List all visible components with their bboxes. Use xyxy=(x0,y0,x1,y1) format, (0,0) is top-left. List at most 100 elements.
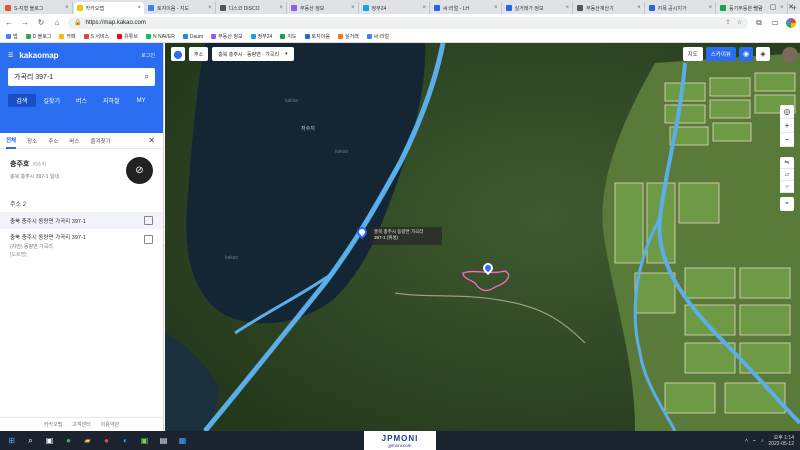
reload-icon[interactable]: ↻ xyxy=(36,18,46,28)
browser-tab[interactable]: 정부24 × xyxy=(359,2,431,14)
address-breadcrumb[interactable]: 충북 충주시 · 동량면 · 가곡리 ▾ xyxy=(212,47,294,61)
place-card[interactable]: 충주호 저수지 충북 충주시 397-1 일대 ⊘ xyxy=(0,149,163,195)
bookmark-item[interactable]: 카페 xyxy=(59,33,76,40)
list-item[interactable]: 충북 충주시 동량면 가곡리 397-1 xyxy=(0,212,163,229)
tab-close-icon[interactable]: × xyxy=(423,5,427,11)
zoom-in-icon[interactable]: + xyxy=(780,119,794,133)
tab-close-icon[interactable]: × xyxy=(637,5,641,11)
distance-icon[interactable]: ⇋ xyxy=(780,157,794,169)
login-link[interactable]: 로그인 xyxy=(141,52,155,59)
browser-tab[interactable]: 부동산 정보 × xyxy=(288,2,359,14)
tab-close-icon[interactable]: × xyxy=(137,5,141,11)
maximize-icon[interactable]: ▢ xyxy=(764,0,782,14)
result-subtab[interactable]: 장소 xyxy=(27,137,37,145)
menu-icon[interactable]: ☰ xyxy=(8,52,13,59)
bookmark-item[interactable]: 부동산 정보 xyxy=(211,33,243,40)
category-tab[interactable]: 지하철 xyxy=(97,94,125,107)
result-subtab[interactable]: 주소 xyxy=(48,137,58,145)
bookmark-item[interactable]: 실거래 xyxy=(337,33,359,40)
footer-link[interactable]: 카카오맵 xyxy=(44,421,62,428)
clock[interactable]: 오후 1:14 2022-05-12 xyxy=(768,435,794,447)
parcel-marker[interactable] xyxy=(480,260,496,276)
browser-tab[interactable]: 부동산계산기 × xyxy=(574,2,645,14)
close-icon[interactable]: ✕ xyxy=(148,136,155,145)
location-marker[interactable] xyxy=(354,224,370,240)
url-input[interactable]: 🔒 https://map.kakao.com ⇪ ☆ xyxy=(68,16,748,29)
checkbox[interactable] xyxy=(144,235,153,244)
radius-icon[interactable]: ○ xyxy=(780,181,794,193)
tab-close-icon[interactable]: × xyxy=(494,5,498,11)
profile-avatar[interactable] xyxy=(786,17,796,28)
kakaotalk-icon[interactable]: ▣ xyxy=(139,435,150,446)
bookmark-item[interactable]: Daum xyxy=(182,34,203,40)
bookmark-item[interactable]: 지도 xyxy=(280,33,297,40)
parcel-infobox[interactable]: 충북 충주시 동량면 가곡리 397-1 (위성) xyxy=(370,227,442,245)
area-icon[interactable]: ▱ xyxy=(780,169,794,181)
list-item[interactable]: 충북 충주시 동량면 가곡리 397-1 (지번) 동량면 가곡리 [도로명] xyxy=(0,229,163,258)
bookmark-item[interactable]: 씨:리얼 xyxy=(366,33,389,40)
bookmark-item[interactable]: D 블로그 xyxy=(25,33,51,40)
star-icon[interactable]: ☆ xyxy=(737,19,742,26)
taskview-icon[interactable]: ▣ xyxy=(44,435,55,446)
bookmark-item[interactable]: 정부24 xyxy=(250,33,272,40)
browser-tab[interactable]: 디스코 DISCO × xyxy=(216,2,288,14)
app-icon[interactable]: ▦ xyxy=(177,435,188,446)
chrome-icon[interactable]: ● xyxy=(63,435,74,446)
category-tab[interactable]: 버스 xyxy=(68,94,96,107)
explorer-icon[interactable]: ▰ xyxy=(82,435,93,446)
bookmark-item[interactable]: 토지이음 xyxy=(304,33,330,40)
browser-tab[interactable]: 토지이음 - 지도 × xyxy=(144,2,216,14)
bookmark-item[interactable]: S 서비스 xyxy=(83,33,109,40)
browser-tab[interactable]: S‑지형 블로그 × xyxy=(2,2,73,14)
forward-icon[interactable]: → xyxy=(20,18,30,28)
close-window-icon[interactable]: ✕ xyxy=(782,0,800,14)
tab-close-icon[interactable]: × xyxy=(566,5,570,11)
checkbox[interactable] xyxy=(144,216,153,225)
bookmark-item[interactable]: 앱 xyxy=(6,33,18,40)
pin-icon[interactable]: ⬤ xyxy=(171,47,185,61)
map-type-map[interactable]: 지도 xyxy=(682,47,703,61)
bookmark-item[interactable]: 유튜브 xyxy=(117,33,138,40)
category-tab[interactable]: 검색 xyxy=(8,94,36,107)
network-icon[interactable]: ⌁ xyxy=(753,438,756,444)
tab-close-icon[interactable]: × xyxy=(351,5,355,11)
browser-tab[interactable]: 실거래가 정보 × xyxy=(502,2,574,14)
satellite-map[interactable]: 저수지 kakao kakao kakao 충북 충주시 동량면 가곡리 397… xyxy=(165,43,800,431)
bookmark-item[interactable]: N NAVER xyxy=(145,34,175,40)
kakaomap-logo[interactable]: kakaomap xyxy=(19,51,58,60)
app-icon[interactable]: ● xyxy=(101,435,112,446)
category-tab[interactable]: 길찾기 xyxy=(38,94,66,107)
layers-icon[interactable]: ◈ xyxy=(756,47,770,61)
tab-close-icon[interactable]: × xyxy=(280,5,284,11)
volume-icon[interactable]: ♪ xyxy=(761,438,764,444)
share-icon[interactable]: ⇪ xyxy=(726,19,731,26)
home-icon[interactable]: ⌂ xyxy=(52,18,62,28)
compass-icon[interactable]: ◎ xyxy=(780,105,794,119)
footer-link[interactable]: 고객센터 xyxy=(72,421,90,428)
footer-link[interactable]: 이용약관 xyxy=(101,421,119,428)
windows-start-icon[interactable]: ⊞ xyxy=(6,435,17,446)
result-subtab[interactable]: 즐겨찾기 xyxy=(91,137,111,145)
back-icon[interactable]: ← xyxy=(4,18,14,28)
tab-close-icon[interactable]: × xyxy=(65,5,69,11)
user-avatar[interactable] xyxy=(782,47,798,63)
zoom-out-icon[interactable]: − xyxy=(780,133,794,147)
search-icon[interactable]: ⌕ xyxy=(25,435,36,446)
browser-tab[interactable]: 카카오맵 × xyxy=(73,2,144,14)
tab-close-icon[interactable]: × xyxy=(208,5,212,11)
roadview-toggle-icon[interactable]: ◉ xyxy=(739,47,753,61)
map-type-skyview[interactable]: 스카이뷰 xyxy=(705,47,736,61)
result-subtab[interactable]: 버스 xyxy=(69,137,79,145)
search-icon[interactable]: ⌕ xyxy=(145,72,149,82)
result-subtab[interactable]: 전체 xyxy=(6,133,17,149)
sidepanel-icon[interactable]: ▭ xyxy=(770,18,780,28)
browser-tab[interactable]: 씨:리얼 - LH × xyxy=(431,2,502,14)
address-mode-button[interactable]: 주소 xyxy=(189,47,209,61)
current-location-icon[interactable]: ⌖ xyxy=(780,197,794,211)
tab-close-icon[interactable]: × xyxy=(709,5,713,11)
browser-tab[interactable]: 지목 공시지가 × xyxy=(645,2,717,14)
minimize-icon[interactable]: – xyxy=(746,0,764,14)
chevron-up-icon[interactable]: ˄ xyxy=(745,438,748,444)
category-tab[interactable]: MY xyxy=(127,94,155,107)
app-icon[interactable]: ▤ xyxy=(158,435,169,446)
